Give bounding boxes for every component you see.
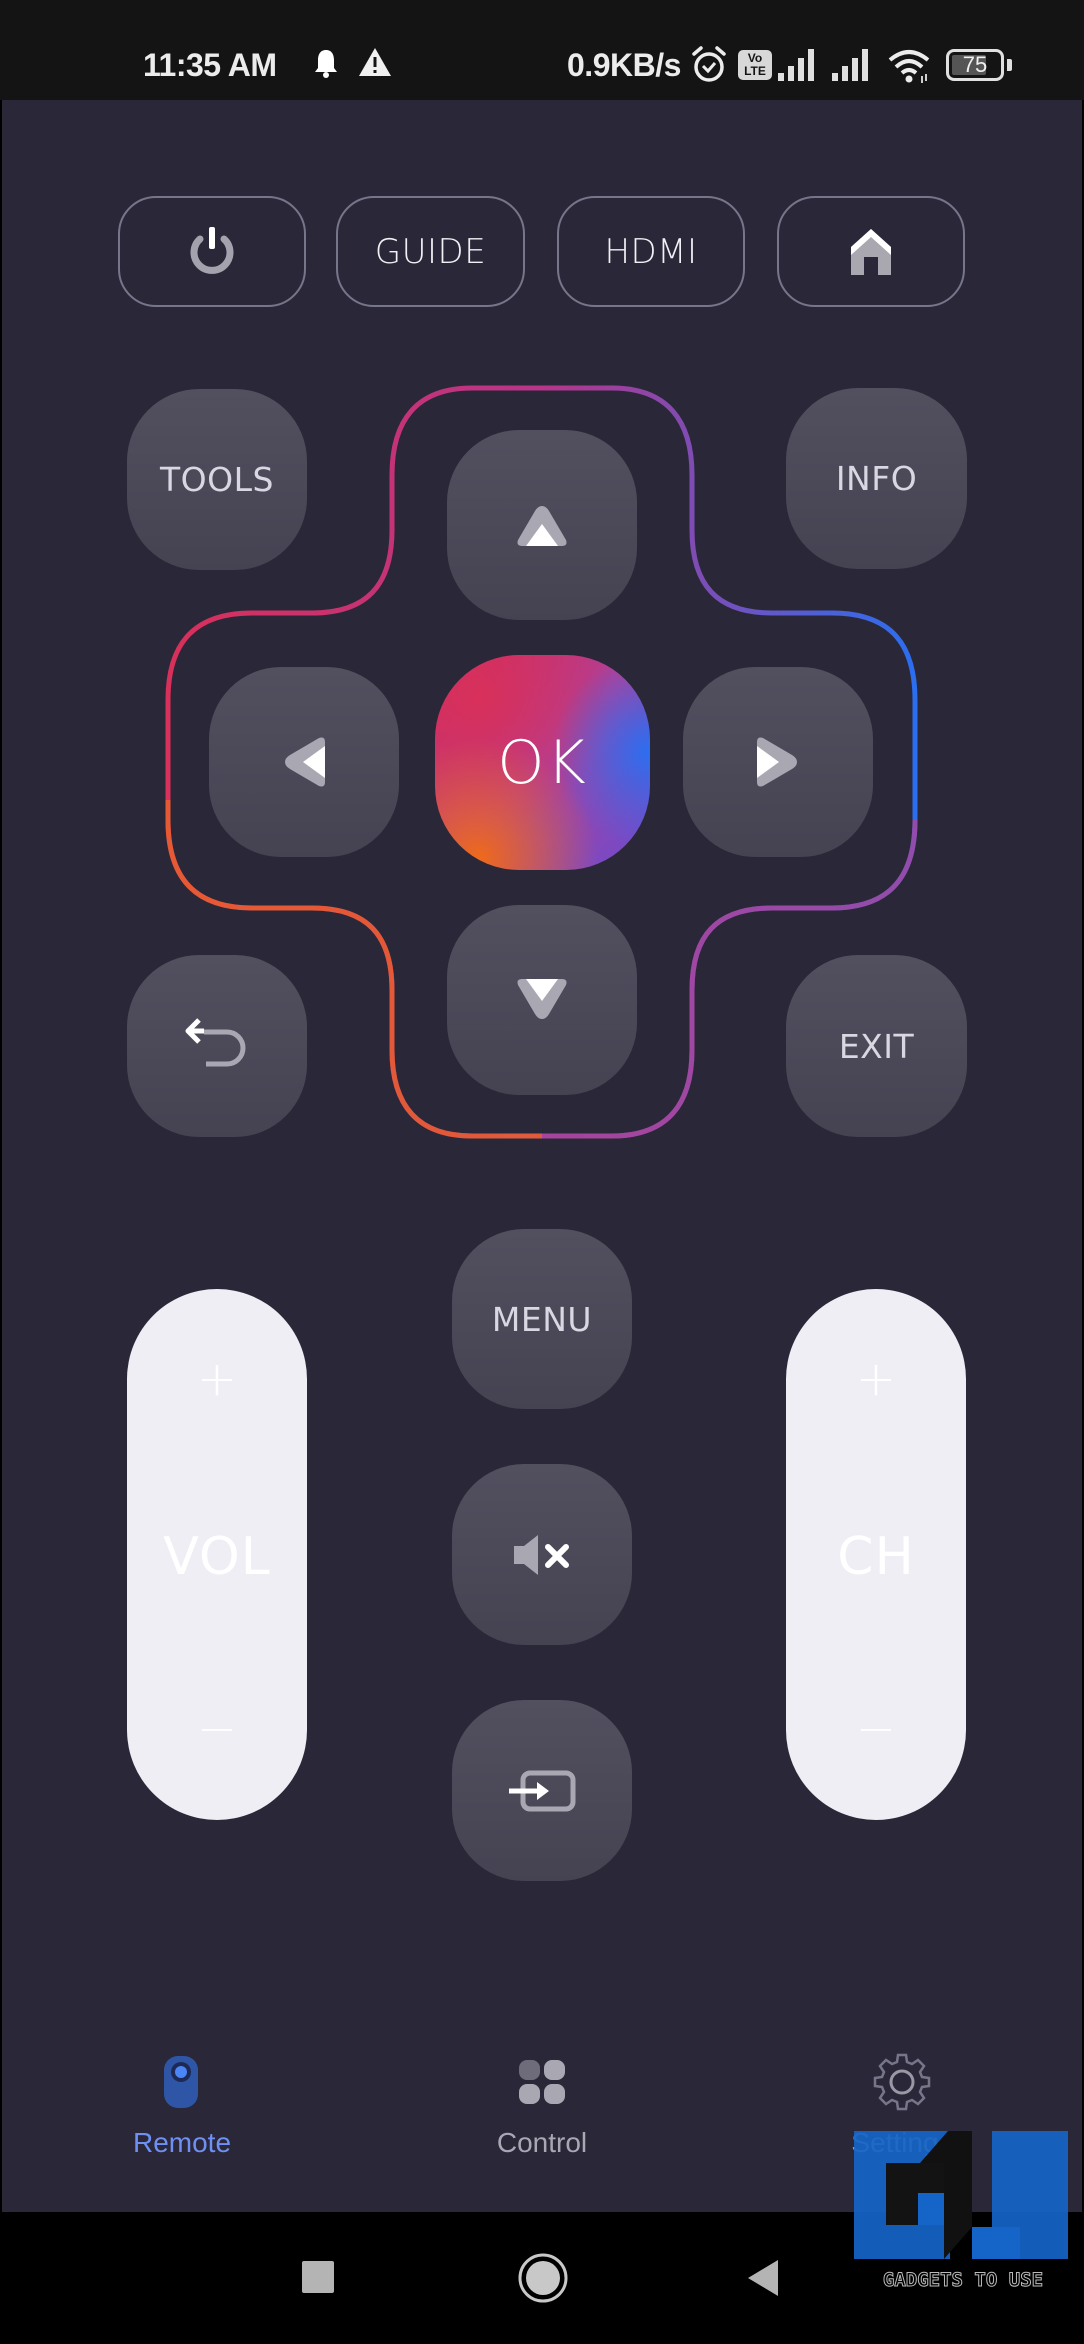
dpad-left-button[interactable] [209,667,399,857]
volte-bottom: LTE [744,64,766,78]
exit-button[interactable]: EXIT [786,955,967,1137]
triangle-right-icon [757,737,797,787]
hdmi-button[interactable]: HDMI [557,196,745,307]
remote-icon [164,2056,198,2108]
input-source-icon [509,1770,576,1811]
gear-icon [873,2053,931,2111]
alarm-icon [692,46,726,82]
triangle-up-icon [517,506,567,546]
tab-control-label: Control [496,2127,588,2158]
guide-button[interactable]: GUIDE [336,196,525,307]
wifi-icon [888,50,930,83]
info-button[interactable]: INFO [786,388,967,569]
volte-top: Vo [747,51,763,65]
mute-icon [514,1534,569,1575]
warning-icon [359,48,391,76]
tools-button[interactable]: TOOLS [127,389,307,570]
menu-button[interactable]: MENU [452,1229,632,1409]
network-speed: 0.9KB/s [567,47,681,83]
power-button[interactable] [118,196,306,307]
volume-up-button[interactable]: + [127,1329,307,1429]
ok-button[interactable]: OK [435,655,650,870]
channel-up-button[interactable]: + [786,1329,966,1429]
tab-control[interactable]: Control [442,2052,642,2162]
home-circle-icon[interactable] [517,2252,569,2304]
triangle-down-icon [517,979,567,1019]
grid-icon [519,2060,565,2104]
recents-square-icon[interactable] [302,2261,334,2293]
volume-down-button[interactable]: − [127,1679,307,1779]
input-source-button[interactable] [452,1700,632,1881]
remote-app: GUIDE HDMI TOOLS INFO EXIT OK + VOL − + … [2,100,1082,2212]
signal-icon-2 [832,49,868,81]
back-arrow-icon [185,1018,246,1067]
signal-icon [778,49,814,81]
channel-down-button[interactable]: − [786,1679,966,1779]
back-button[interactable] [127,955,307,1137]
watermark: GADGETS TO USE [852,2131,1074,2301]
tab-remote[interactable]: Remote [82,2052,282,2162]
status-time: 11:35 AM [143,47,277,83]
battery-icon: 75 [946,49,1004,81]
dpad-down-button[interactable] [447,905,637,1095]
channel-label: CH [837,1527,915,1587]
home-button[interactable] [777,196,965,307]
volume-label: VOL [163,1527,271,1587]
notification-bell-icon [315,50,337,78]
power-icon [190,226,234,274]
tab-remote-label: Remote [132,2127,232,2158]
volte-icon: Vo LTE [738,50,772,80]
channel-rocker: + CH − [786,1289,966,1820]
battery-tip [1007,59,1012,71]
back-triangle-icon[interactable] [746,2259,780,2297]
watermark-text: GADGETS TO USE [882,2269,1044,2292]
volume-rocker: + VOL − [127,1289,307,1820]
dpad-right-button[interactable] [683,667,873,857]
home-icon [851,228,891,275]
mute-button[interactable] [452,1464,632,1645]
triangle-left-icon [285,737,325,787]
dpad-up-button[interactable] [447,430,637,620]
battery-level: 75 [962,52,988,77]
status-bar: 11:35 AM 0.9KB/s Vo LTE 75 [0,0,1084,100]
